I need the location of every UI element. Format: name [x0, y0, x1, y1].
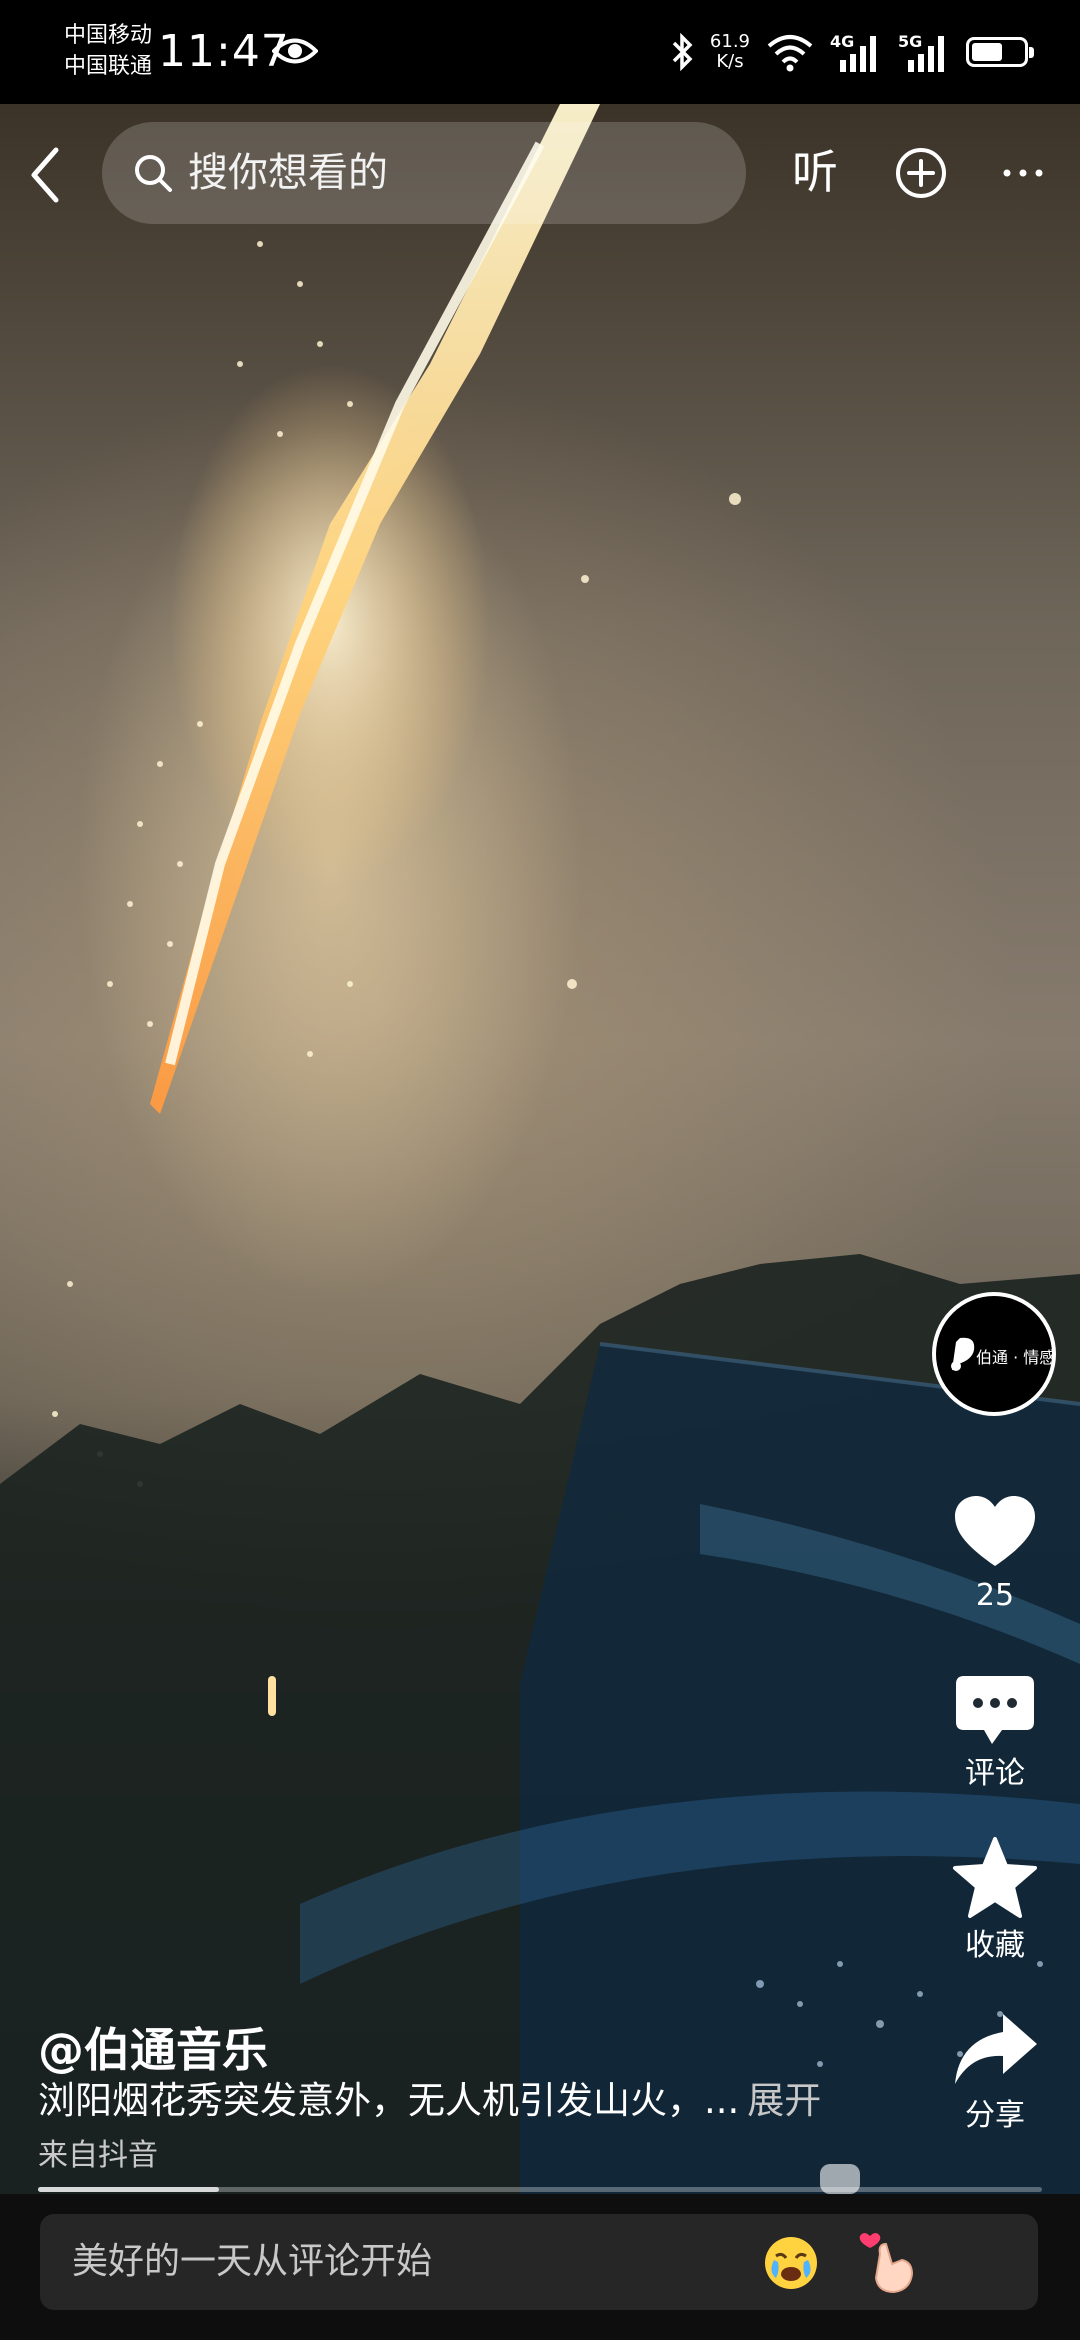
screen: 中国移动 中国联通 11:47 61.9 K/s 4G 5G 搜你想看的 听 伯… — [0, 0, 1080, 2340]
signal-5g: 5G — [898, 30, 950, 74]
avatar-text: 伯通 · 情感音乐 — [976, 1348, 1056, 1367]
video-description: 浏阳烟花秀突发意外，无人机引发山火，... 展开 — [38, 2076, 821, 2126]
add-icon[interactable] — [894, 146, 948, 200]
heart-icon — [955, 1496, 1035, 1566]
expand-button[interactable]: 展开 — [747, 2079, 821, 2122]
search-placeholder: 搜你想看的 — [188, 150, 388, 196]
net-speed-value: 61.9 — [709, 31, 750, 52]
video-frame[interactable] — [0, 104, 1080, 2194]
bluetooth-icon — [672, 32, 693, 72]
comment-input[interactable]: 美好的一天从评论开始 — [40, 2214, 1038, 2310]
favorite-label: 收藏 — [965, 1928, 1025, 1963]
signal-4g: 4G — [830, 30, 882, 74]
signal-5g-label: 5G — [898, 32, 923, 51]
net-speed-unit: K/s — [716, 51, 744, 72]
wifi-icon — [767, 35, 813, 72]
description-text: 浏阳烟花秀突发意外，无人机引发山火，... — [38, 2079, 740, 2122]
more-icon[interactable] — [998, 158, 1048, 188]
fireworks-scene — [0, 104, 1080, 2194]
source-label: 来自抖音 — [38, 2138, 158, 2173]
comment-button[interactable]: 评论 — [940, 1674, 1050, 1794]
video-progress-bar[interactable] — [38, 2187, 1042, 2192]
eye-icon — [272, 38, 318, 64]
back-icon[interactable] — [22, 140, 72, 210]
share-label: 分享 — [965, 2098, 1025, 2133]
listen-button[interactable]: 听 — [792, 142, 838, 202]
like-button[interactable]: 25 — [940, 1494, 1050, 1616]
share-button[interactable]: 分享 — [940, 2010, 1050, 2136]
comment-label: 评论 — [965, 1756, 1025, 1791]
search-icon — [135, 155, 172, 192]
finger-heart-emoji-icon[interactable] — [858, 2230, 916, 2294]
avatar[interactable]: 伯通 · 情感音乐 — [932, 1292, 1056, 1416]
author-name[interactable]: @伯通音乐 — [38, 2014, 268, 2080]
carrier-1: 中国移动 — [64, 23, 153, 48]
status-time: 11:47 — [158, 26, 290, 77]
comment-placeholder: 美好的一天从评论开始 — [72, 2241, 433, 2282]
battery-icon — [966, 37, 1034, 67]
carrier-2: 中国联通 — [64, 54, 153, 79]
search-input[interactable]: 搜你想看的 — [102, 122, 746, 224]
favorite-button[interactable]: 收藏 — [940, 1836, 1050, 1966]
signal-4g-label: 4G — [830, 32, 855, 51]
like-count: 25 — [975, 1578, 1015, 1613]
carrier-labels: 中国移动 中国联通 — [64, 20, 152, 82]
comment-icon — [956, 1676, 1034, 1744]
crying-emoji-icon[interactable] — [762, 2234, 820, 2292]
status-indicators: 61.9 K/s 4G 5G — [670, 26, 1034, 78]
share-icon — [955, 2014, 1037, 2084]
star-icon — [953, 1837, 1037, 1918]
bottom-bar: 美好的一天从评论开始 — [0, 2194, 1080, 2340]
status-bar: 中国移动 中国联通 11:47 61.9 K/s 4G 5G — [0, 0, 1080, 104]
video-progress-fill — [38, 2187, 219, 2192]
net-speed: 61.9 K/s — [710, 32, 750, 72]
